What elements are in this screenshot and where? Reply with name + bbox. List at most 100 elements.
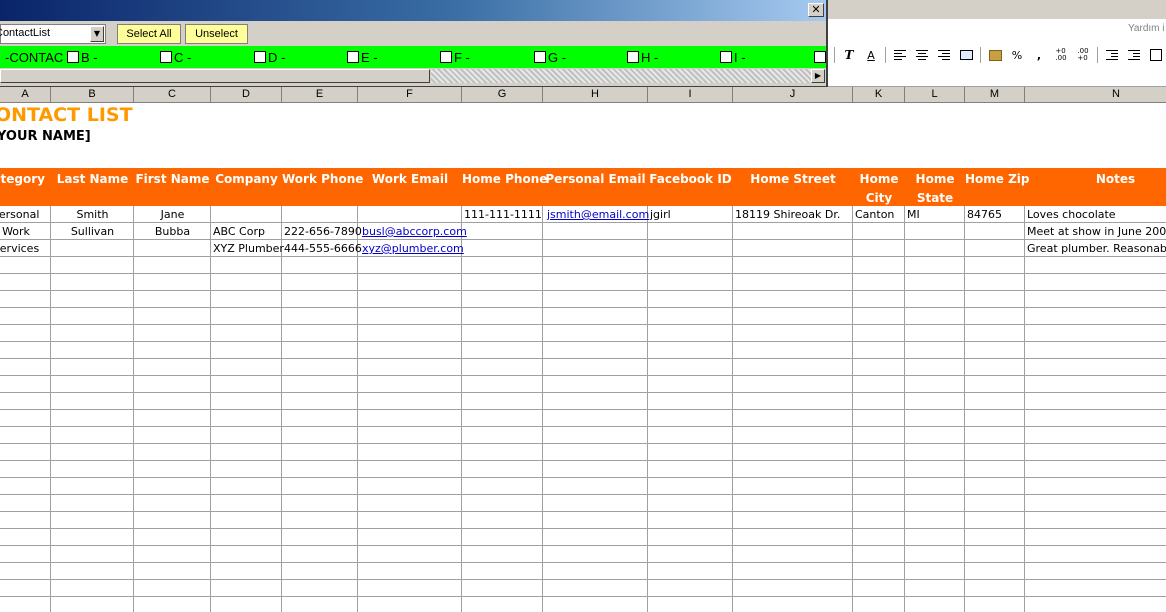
header-cell[interactable]: Work Phone bbox=[282, 170, 363, 189]
email-link[interactable]: xyz@plumber.com bbox=[362, 240, 464, 257]
sheet-title[interactable]: CONTACT LIST bbox=[0, 104, 133, 126]
formatting-toolbar: T A % , +0.00 .00 +0 bbox=[834, 44, 1164, 66]
checkbox-item[interactable]: I - bbox=[720, 49, 746, 65]
increase-indent-icon[interactable] bbox=[1126, 46, 1142, 64]
table-cell[interactable]: 444-555-6666 bbox=[284, 240, 362, 257]
table-cell[interactable]: Sullivan bbox=[53, 223, 132, 240]
checkbox[interactable] bbox=[67, 51, 79, 63]
column-header-k[interactable]: K bbox=[853, 87, 905, 102]
decrease-indent-icon[interactable] bbox=[1104, 46, 1120, 64]
checkbox[interactable] bbox=[814, 51, 826, 63]
column-header-a[interactable]: A bbox=[0, 87, 51, 102]
checkbox-item[interactable]: H - bbox=[627, 49, 658, 65]
checkbox-item[interactable]: E - bbox=[347, 49, 378, 65]
checkbox-item[interactable]: G - bbox=[534, 49, 566, 65]
checkbox-item[interactable]: F - bbox=[440, 49, 470, 65]
scrollbar-track[interactable] bbox=[431, 69, 811, 83]
table-cell[interactable]: Loves chocolate bbox=[1027, 206, 1166, 223]
help-search-box[interactable]: Yardım i bbox=[1128, 23, 1165, 34]
header-cell[interactable]: Home Phone bbox=[462, 170, 547, 189]
italic-t-icon[interactable]: T bbox=[841, 46, 857, 64]
header-cell[interactable]: Company bbox=[211, 170, 282, 189]
category-cell[interactable]: Work bbox=[0, 223, 46, 240]
border-icon[interactable] bbox=[1148, 46, 1164, 64]
currency-icon[interactable] bbox=[987, 46, 1003, 64]
column-header-h[interactable]: H bbox=[543, 87, 648, 102]
scrollbar-thumb[interactable] bbox=[0, 69, 430, 83]
table-cell[interactable]: MI bbox=[907, 206, 963, 223]
increase-decimal-icon[interactable]: +0.00 bbox=[1053, 46, 1069, 64]
table-cell[interactable]: 111-111-1111 bbox=[464, 206, 542, 223]
column-header-e[interactable]: E bbox=[282, 87, 358, 102]
email-link[interactable]: jsmith@email.com bbox=[547, 206, 649, 223]
header-cell[interactable]: First Name bbox=[134, 170, 211, 189]
column-header-l[interactable]: L bbox=[905, 87, 965, 102]
align-right-icon[interactable] bbox=[936, 46, 952, 64]
header-cell[interactable]: Category bbox=[0, 170, 51, 189]
decrease-decimal-icon[interactable]: .00 +0 bbox=[1075, 46, 1091, 64]
table-cell[interactable]: XYZ Plumber bbox=[213, 240, 284, 257]
comma-style-icon[interactable]: , bbox=[1031, 46, 1047, 64]
checkbox-item[interactable]: D - bbox=[254, 49, 285, 65]
column-header-n[interactable]: N bbox=[1025, 87, 1166, 102]
align-left-icon[interactable] bbox=[892, 46, 908, 64]
table-cell[interactable]: jgirl bbox=[650, 206, 731, 223]
horizontal-scrollbar[interactable]: ▶ bbox=[0, 68, 826, 86]
header-cell[interactable]: Home State bbox=[905, 170, 965, 208]
percent-icon[interactable]: % bbox=[1009, 46, 1025, 64]
header-cell[interactable]: Personal Email bbox=[543, 170, 648, 189]
header-cell[interactable]: Home Zip bbox=[965, 170, 1030, 189]
email-link[interactable]: busl@abccorp.com bbox=[362, 223, 467, 240]
checkbox[interactable] bbox=[440, 51, 452, 63]
chevron-down-icon[interactable]: ▼ bbox=[90, 26, 104, 42]
checkbox[interactable] bbox=[254, 51, 266, 63]
column-header-c[interactable]: C bbox=[134, 87, 211, 102]
table-cell[interactable]: 222-656-7890 bbox=[284, 223, 362, 240]
header-cell[interactable]: Last Name bbox=[51, 170, 134, 189]
merge-center-icon[interactable] bbox=[958, 46, 974, 64]
checkbox-item[interactable]: -CONTAC bbox=[5, 49, 63, 65]
column-header-b[interactable]: B bbox=[51, 87, 134, 102]
sheet-subtitle[interactable]: [YOUR NAME] bbox=[0, 129, 91, 144]
table-cell[interactable]: ABC Corp bbox=[213, 223, 280, 240]
column-header-i[interactable]: I bbox=[648, 87, 733, 102]
checkbox-item[interactable]: B - bbox=[67, 49, 98, 65]
select-all-button[interactable]: Select All bbox=[117, 24, 181, 44]
column-header-f[interactable]: F bbox=[358, 87, 462, 102]
table-cell[interactable]: 18119 Shireoak Dr. bbox=[735, 206, 851, 223]
scroll-right-arrow-icon[interactable]: ▶ bbox=[811, 69, 825, 83]
column-header-m[interactable]: M bbox=[965, 87, 1025, 102]
table-cell[interactable]: Bubba bbox=[136, 223, 209, 240]
checkbox[interactable] bbox=[534, 51, 546, 63]
sheet-select-dropdown[interactable]: ContactList ▼ bbox=[0, 24, 106, 44]
table-cell[interactable]: Smith bbox=[53, 206, 132, 223]
table-cell[interactable]: Canton bbox=[855, 206, 903, 223]
close-button[interactable]: ✕ bbox=[808, 3, 824, 17]
category-cell[interactable]: Services bbox=[0, 240, 46, 257]
header-cell[interactable]: Notes bbox=[1025, 170, 1166, 189]
category-cell[interactable]: Personal bbox=[0, 206, 46, 223]
header-cell[interactable]: Home Street bbox=[733, 170, 853, 189]
checkbox-item[interactable]: C - bbox=[160, 49, 191, 65]
checkbox[interactable] bbox=[720, 51, 732, 63]
form-title-bar[interactable] bbox=[0, 0, 826, 21]
column-header-g[interactable]: G bbox=[462, 87, 543, 102]
checkbox-item[interactable] bbox=[814, 49, 826, 65]
unselect-button[interactable]: Unselect bbox=[185, 24, 248, 44]
column-header-d[interactable]: D bbox=[211, 87, 282, 102]
font-color-icon[interactable]: A bbox=[863, 46, 879, 64]
header-cell[interactable]: Work Email bbox=[358, 170, 462, 189]
toolbar-separator bbox=[834, 47, 835, 63]
header-cell[interactable]: Home City bbox=[853, 170, 905, 208]
align-center-icon[interactable] bbox=[914, 46, 930, 64]
table-cell[interactable]: 84765 bbox=[967, 206, 1023, 223]
checkbox[interactable] bbox=[160, 51, 172, 63]
checkbox[interactable] bbox=[627, 51, 639, 63]
column-header-j[interactable]: J bbox=[733, 87, 853, 102]
checkbox[interactable] bbox=[347, 51, 359, 63]
header-cell[interactable]: Facebook ID bbox=[648, 170, 733, 189]
table-cell[interactable]: Great plumber. Reasonably p bbox=[1027, 240, 1166, 257]
table-cell[interactable]: Meet at show in June 2009. bbox=[1027, 223, 1166, 240]
letter-checkbox-strip: -CONTAC B - C - D - E - F - G - H - I - bbox=[0, 46, 826, 68]
table-cell[interactable]: Jane bbox=[136, 206, 209, 223]
